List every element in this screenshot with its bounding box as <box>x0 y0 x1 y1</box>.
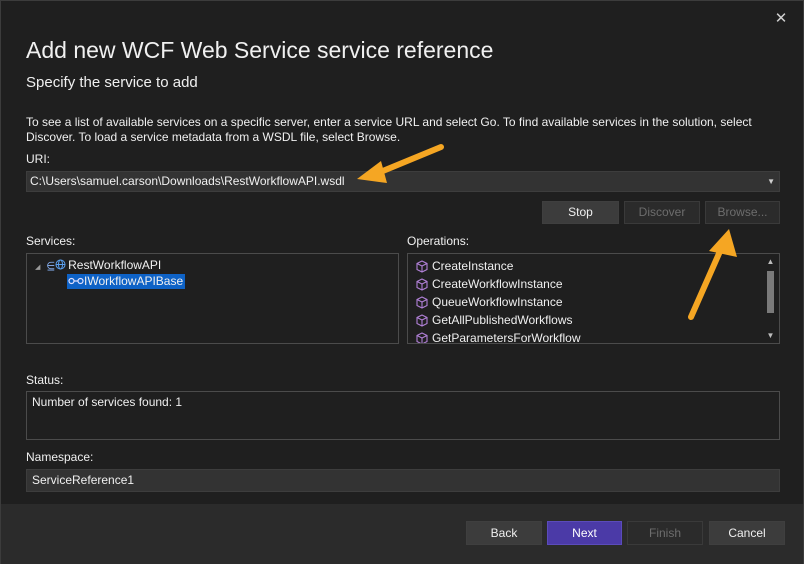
dropdown-arrow-icon[interactable]: ▼ <box>767 172 775 191</box>
uri-value: C:\Users\samuel.carson\Downloads\RestWor… <box>30 174 345 188</box>
stop-button[interactable]: Stop <box>542 201 619 224</box>
operations-list[interactable]: CreateInstance CreateWorkflowInstance Qu… <box>407 253 780 344</box>
uri-label: URI: <box>26 152 50 166</box>
services-tree[interactable]: ◢ ⋸ RestWorkflowAPI IWorkflowAPIBase <box>26 253 399 344</box>
dialog-footer: Back Next Finish Cancel <box>1 504 803 564</box>
list-item[interactable]: CreateWorkflowInstance <box>416 276 563 292</box>
finish-button[interactable]: Finish <box>627 521 703 545</box>
namespace-input[interactable]: ServiceReference1 <box>26 469 780 492</box>
dialog-description: To see a list of available services on a… <box>26 115 752 144</box>
status-text: Number of services found: 1 <box>32 395 183 409</box>
method-icon <box>416 296 428 309</box>
scroll-down-icon[interactable]: ▼ <box>763 331 778 340</box>
list-item[interactable]: GetParametersForWorkflow <box>416 330 581 344</box>
globe-icon <box>55 259 66 270</box>
list-item[interactable]: CreateInstance <box>416 258 513 274</box>
tree-item-label: RestWorkflowAPI <box>68 258 162 272</box>
back-button[interactable]: Back <box>466 521 542 545</box>
method-icon <box>416 260 428 273</box>
dialog-title: Add new WCF Web Service service referenc… <box>26 37 494 63</box>
operations-label: Operations: <box>407 234 470 248</box>
tree-item-label: IWorkflowAPIBase <box>84 274 184 288</box>
namespace-value: ServiceReference1 <box>32 473 135 487</box>
operation-label: QueueWorkflowInstance <box>432 295 563 309</box>
operation-label: GetAllPublishedWorkflows <box>432 313 573 327</box>
operation-label: CreateInstance <box>432 259 514 273</box>
method-icon <box>416 314 428 327</box>
list-item[interactable]: GetAllPublishedWorkflows <box>416 312 573 328</box>
service-icon: ⋸ <box>46 261 56 272</box>
services-label: Services: <box>26 234 76 248</box>
operation-label: CreateWorkflowInstance <box>432 277 563 291</box>
discover-button[interactable]: Discover <box>624 201 700 224</box>
status-label: Status: <box>26 373 64 387</box>
close-icon[interactable]: ✕ <box>773 11 789 27</box>
method-icon <box>416 332 428 343</box>
status-box: Number of services found: 1 <box>26 391 780 440</box>
cancel-button[interactable]: Cancel <box>709 521 785 545</box>
dialog-subtitle: Specify the service to add <box>26 74 198 91</box>
add-wcf-service-reference-dialog: ✕ Add new WCF Web Service service refere… <box>0 0 804 564</box>
tree-item-iworkflowapibase[interactable]: IWorkflowAPIBase <box>67 274 186 289</box>
tree-item-restworkflowapi[interactable]: ◢ ⋸ RestWorkflowAPI <box>35 258 161 275</box>
operations-scrollbar[interactable]: ▲ ▼ <box>763 255 778 342</box>
browse-button[interactable]: Browse... <box>705 201 780 224</box>
next-button[interactable]: Next <box>547 521 622 545</box>
uri-combobox[interactable]: C:\Users\samuel.carson\Downloads\RestWor… <box>26 171 780 192</box>
scrollbar-thumb[interactable] <box>767 271 774 313</box>
namespace-label: Namespace: <box>26 450 94 464</box>
collapse-icon[interactable]: ◢ <box>35 264 40 271</box>
list-item[interactable]: QueueWorkflowInstance <box>416 294 563 310</box>
method-icon <box>416 278 428 291</box>
scroll-up-icon[interactable]: ▲ <box>763 257 778 266</box>
operation-label: GetParametersForWorkflow <box>432 331 581 344</box>
interface-icon <box>68 277 84 285</box>
